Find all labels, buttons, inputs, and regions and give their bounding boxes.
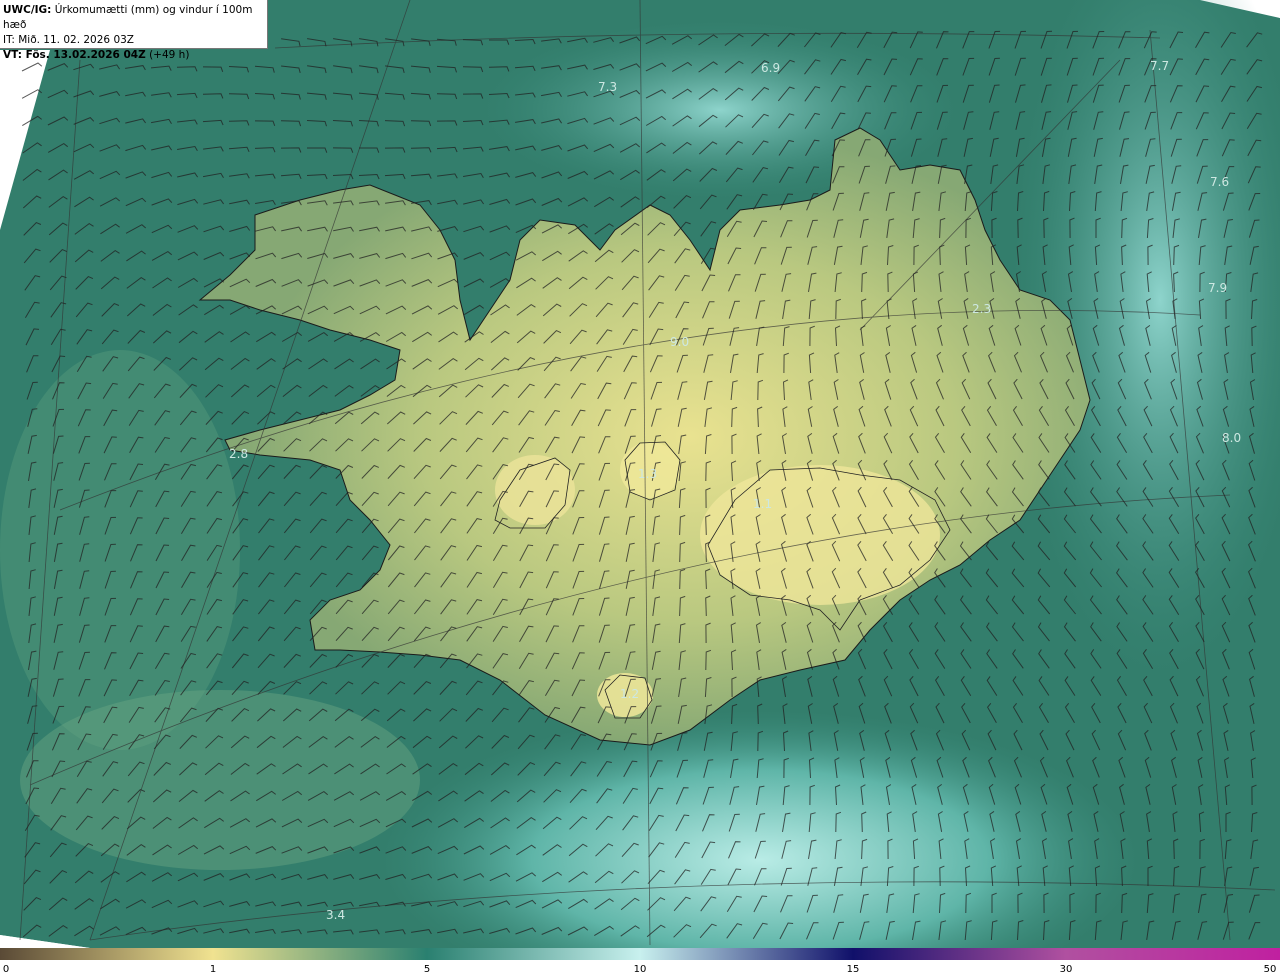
sea-region-west-light (0, 350, 240, 750)
map-value-label: 2.3 (972, 302, 991, 316)
colorbar-tick-label: 15 (846, 964, 860, 975)
map-value-label: 7.7 (1150, 59, 1169, 73)
colorbar-tick-label: 10 (633, 964, 647, 975)
map-value-label: 1.1 (753, 497, 772, 511)
colorbar-tick-label: 0 (2, 964, 10, 975)
map-value-label: 3.4 (326, 908, 345, 922)
colorbar: 0 1 5 10 15 30 50 (0, 948, 1280, 978)
colorbar-strip (0, 948, 1280, 960)
header-valid-time: VT: Fös. 13.02.2026 04Z (3, 49, 146, 61)
header-title-line: UWC/IG: Úrkomumætti (mm) og vindur í 100… (3, 3, 267, 33)
sea-region-southwest (20, 690, 420, 870)
map-value-label: 7.6 (1210, 175, 1229, 189)
header-lead-time: (+49 h) (145, 49, 190, 61)
vatnajokull-region (700, 465, 940, 605)
map-value-label: 9.0 (670, 335, 689, 349)
map-value-label: 8.0 (1222, 431, 1241, 445)
map-value-label: 2.8 (229, 447, 248, 461)
map-value-label: 6.9 (761, 61, 780, 75)
map-value-label: 7.9 (1208, 281, 1227, 295)
map-value-label: 7.3 (598, 80, 617, 94)
colorbar-segment (640, 948, 853, 960)
colorbar-segment (0, 948, 213, 960)
colorbar-segment (1066, 948, 1280, 960)
colorbar-segment (427, 948, 640, 960)
colorbar-tick-label: 30 (1059, 964, 1073, 975)
colorbar-tick-label: 1 (209, 964, 217, 975)
header-valid-time-line: VT: Fös. 13.02.2026 04Z (+49 h) (3, 48, 267, 63)
colorbar-tick-label: 5 (423, 964, 431, 975)
colorbar-tick-label: 50 (1263, 964, 1277, 975)
precipitation-wind-map: 7.3 6.9 7.7 7.6 7.9 8.0 2.3 9.0 2.8 1.3 … (0, 0, 1280, 948)
header-model-label: UWC/IG: (3, 4, 52, 16)
map-value-label: 1.2 (620, 687, 639, 701)
map-header: UWC/IG: Úrkomumætti (mm) og vindur í 100… (0, 0, 268, 61)
map-value-label: 1.3 (638, 467, 657, 481)
header-initial-time: IT: Mið. 11. 02. 2026 03Z (3, 34, 134, 46)
colorbar-segment (853, 948, 1066, 960)
colorbar-segment (213, 948, 427, 960)
